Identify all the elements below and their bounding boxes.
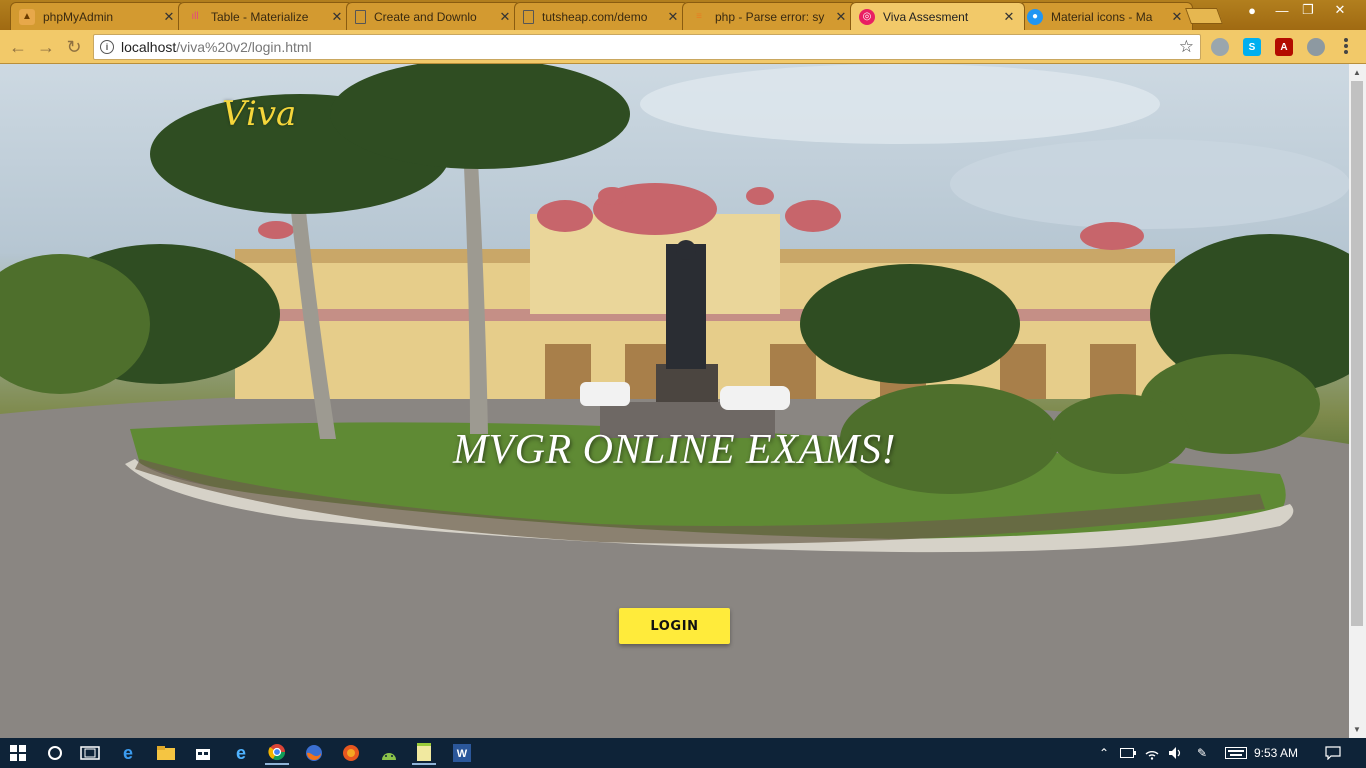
- file-explorer-icon[interactable]: [154, 741, 178, 765]
- scroll-down-arrow-icon[interactable]: ▼: [1353, 725, 1361, 734]
- material-icon: ●: [1027, 8, 1043, 25]
- extension-cloud-icon[interactable]: [1211, 38, 1229, 56]
- close-icon[interactable]: ✕: [1002, 9, 1016, 25]
- store-icon[interactable]: [191, 741, 215, 765]
- tab-title: Table - Materialize: [211, 9, 309, 24]
- tab-create-download[interactable]: Create and Downlo ✕: [346, 2, 521, 30]
- browser-toolbar: ← → ↻ i localhost/viva%20v2/login.html ☆…: [0, 30, 1366, 64]
- new-tab-button[interactable]: [1185, 8, 1223, 24]
- tray-chevron-up-icon[interactable]: ⌃: [1096, 745, 1112, 761]
- tab-title: Material icons - Ma: [1051, 9, 1153, 24]
- svg-text:W: W: [457, 748, 468, 760]
- tab-title: tutsheap.com/demo: [542, 9, 648, 24]
- android-studio-icon[interactable]: [377, 741, 401, 765]
- notepad-icon[interactable]: [412, 741, 436, 765]
- acrobat-icon[interactable]: A: [1275, 38, 1293, 56]
- chrome-menu-icon[interactable]: [1344, 38, 1350, 56]
- pen-ink-icon[interactable]: ✎: [1194, 745, 1210, 761]
- battery-icon[interactable]: [1120, 745, 1136, 761]
- tab-title: Create and Downlo: [374, 9, 477, 24]
- tab-title: phpMyAdmin: [43, 9, 114, 24]
- headline-text: MVGR ONLINE EXAMS!: [453, 427, 896, 473]
- edge-browser-icon[interactable]: e: [116, 741, 140, 765]
- scroll-up-arrow-icon[interactable]: ▲: [1353, 68, 1361, 77]
- action-center-icon[interactable]: [1325, 745, 1341, 761]
- task-view-icon[interactable]: [78, 741, 102, 765]
- extension-drive-icon[interactable]: [1307, 38, 1325, 56]
- close-icon[interactable]: ✕: [330, 9, 344, 25]
- page-headline: MVGR ONLINE EXAMS!: [0, 426, 1349, 474]
- brand-logo[interactable]: Viva: [222, 94, 296, 134]
- firefox-alt-icon[interactable]: [339, 741, 363, 765]
- page-viewport: Viva MVGR ONLINE EXAMS! LOGIN: [0, 64, 1349, 738]
- restore-button[interactable]: ❐: [1294, 0, 1322, 20]
- phpmyadmin-icon: ▲: [19, 8, 35, 25]
- url-host: localhost: [121, 39, 177, 55]
- close-icon[interactable]: ✕: [162, 9, 176, 25]
- minimize-button[interactable]: —: [1268, 0, 1296, 20]
- reload-button[interactable]: ↻: [62, 36, 86, 58]
- close-icon[interactable]: ✕: [666, 9, 680, 25]
- chrome-icon[interactable]: [265, 741, 289, 765]
- keyboard-icon[interactable]: [1224, 745, 1248, 761]
- browser-tab-strip: ▲ phpMyAdmin ✕ ıll Table - Materialize ✕…: [0, 0, 1366, 30]
- taskbar-clock[interactable]: 9:53 AM: [1254, 746, 1298, 760]
- tab-title: php - Parse error: sy: [715, 9, 825, 24]
- user-profile-icon[interactable]: ●: [1238, 0, 1266, 20]
- tab-title: Viva Assesment: [883, 9, 969, 24]
- tab-table-materialize[interactable]: ıll Table - Materialize ✕: [178, 2, 353, 30]
- page-scrollbar[interactable]: ▲ ▼: [1349, 64, 1366, 738]
- scroll-thumb[interactable]: [1351, 81, 1363, 626]
- tab-viva-assesment[interactable]: ◎ Viva Assesment ✕: [850, 2, 1025, 30]
- close-window-button[interactable]: ✕: [1326, 0, 1354, 20]
- forward-button[interactable]: →: [34, 36, 58, 58]
- close-icon[interactable]: ✕: [834, 9, 848, 25]
- tab-tutsheap[interactable]: tutsheap.com/demo ✕: [514, 2, 689, 30]
- windows-taskbar: e e W ⌃ ✎ 9:53 AM: [0, 738, 1366, 768]
- wifi-icon[interactable]: [1144, 745, 1160, 761]
- close-icon[interactable]: ✕: [1170, 9, 1184, 25]
- stackoverflow-icon: ≡: [696, 11, 702, 22]
- windows-start-icon[interactable]: [6, 741, 30, 765]
- bookmark-star-icon[interactable]: ☆: [1179, 37, 1194, 57]
- materialize-icon: ıll: [191, 11, 199, 22]
- internet-explorer-icon[interactable]: e: [229, 741, 253, 765]
- document-icon: [523, 9, 534, 24]
- tab-phpmyadmin[interactable]: ▲ phpMyAdmin ✕: [10, 2, 185, 30]
- url-path: /viva%20v2/login.html: [176, 39, 312, 55]
- tab-material-icons[interactable]: ● Material icons - Ma ✕: [1018, 2, 1193, 30]
- back-button[interactable]: ←: [6, 36, 30, 58]
- login-button[interactable]: LOGIN: [619, 608, 730, 644]
- close-icon[interactable]: ✕: [498, 9, 512, 25]
- viva-icon: ◎: [859, 8, 875, 25]
- address-bar[interactable]: i localhost/viva%20v2/login.html ☆: [93, 34, 1201, 60]
- document-icon: [355, 9, 366, 24]
- volume-icon[interactable]: [1168, 745, 1184, 761]
- cortana-search-icon[interactable]: [43, 741, 67, 765]
- skype-icon[interactable]: S: [1243, 38, 1261, 56]
- firefox-icon[interactable]: [302, 741, 326, 765]
- word-icon[interactable]: W: [450, 741, 474, 765]
- info-icon[interactable]: i: [100, 40, 114, 54]
- tab-php-parse-error[interactable]: ≡ php - Parse error: sy ✕: [682, 2, 857, 30]
- hero-background: Viva MVGR ONLINE EXAMS! LOGIN: [0, 64, 1349, 738]
- url-text[interactable]: localhost/viva%20v2/login.html: [121, 39, 312, 55]
